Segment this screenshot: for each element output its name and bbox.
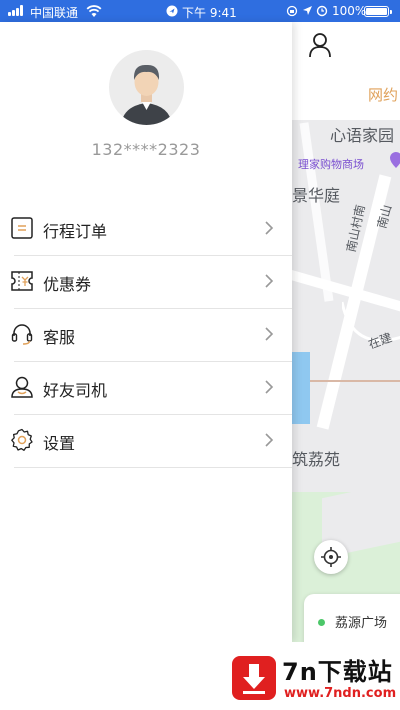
watermark-url: www.7ndn.com bbox=[284, 686, 397, 701]
pickup-location-text: 荔源广场 bbox=[335, 616, 388, 631]
watermark-banner: 7n下载站 www.7ndn.com bbox=[0, 642, 400, 710]
chevron-right-icon bbox=[265, 274, 274, 288]
status-bar: 中国联通 下午 9:41 100% bbox=[0, 0, 400, 22]
order-list-icon bbox=[11, 217, 33, 239]
user-icon[interactable] bbox=[308, 32, 332, 58]
location-arrow-icon bbox=[166, 5, 178, 17]
user-phone-number: 132****2323 bbox=[91, 140, 201, 159]
avatar-person-icon bbox=[121, 64, 172, 125]
battery-icon bbox=[364, 6, 392, 17]
carrier-name: 中国联通 bbox=[30, 6, 79, 20]
divider bbox=[14, 467, 292, 468]
gear-icon bbox=[11, 428, 33, 451]
watermark-title: 7n下载站 bbox=[282, 658, 393, 686]
chevron-right-icon bbox=[265, 433, 274, 447]
status-time: 下午 9:41 bbox=[182, 6, 237, 20]
location-services-icon bbox=[303, 6, 312, 15]
menu-item-coupons[interactable]: 优惠券 bbox=[0, 255, 292, 308]
menu-item-label: 设置 bbox=[43, 434, 76, 453]
wifi-icon bbox=[86, 5, 102, 17]
map-pin-icon bbox=[390, 152, 400, 168]
map-label: 景华庭 bbox=[292, 186, 341, 205]
menu-item-friend-driver[interactable]: 好友司机 bbox=[0, 361, 292, 414]
menu-item-label: 好友司机 bbox=[43, 381, 108, 400]
battery-percent: 100% bbox=[332, 4, 367, 18]
chevron-right-icon bbox=[265, 327, 274, 341]
lock-rotation-icon bbox=[286, 5, 298, 17]
map-header: 网约 bbox=[292, 22, 400, 120]
map-label: 筑荔苑 bbox=[292, 450, 341, 469]
chevron-right-icon bbox=[265, 380, 274, 394]
map-view[interactable]: 网约 心语家园 理家购物商场 景华庭 南山 南山村南 在建 筑荔苑 荔源广场 bbox=[292, 22, 400, 642]
headset-icon bbox=[11, 324, 33, 345]
pickup-location-card[interactable]: 荔源广场 bbox=[304, 594, 400, 642]
menu-item-label: 行程订单 bbox=[43, 222, 108, 241]
driver-icon bbox=[11, 376, 33, 398]
green-dot-icon bbox=[318, 619, 325, 626]
download-logo-icon bbox=[232, 656, 276, 700]
side-drawer: 132****2323 行程订单 优惠券 客服 好友司机 设置 bbox=[0, 22, 292, 642]
map-label: 心语家园 bbox=[330, 126, 395, 145]
chevron-right-icon bbox=[265, 221, 274, 235]
map-label: 理家购物商场 bbox=[298, 158, 364, 171]
locate-button[interactable] bbox=[314, 540, 348, 574]
menu-item-settings[interactable]: 设置 bbox=[0, 414, 292, 467]
menu-item-trip-orders[interactable]: 行程订单 bbox=[0, 202, 292, 255]
signal-icon bbox=[8, 5, 26, 16]
coupon-icon bbox=[11, 271, 33, 291]
menu-item-label: 客服 bbox=[43, 328, 76, 347]
avatar[interactable] bbox=[109, 50, 184, 125]
menu-item-label: 优惠券 bbox=[43, 275, 92, 294]
tab-ride-hailing[interactable]: 网约 bbox=[368, 84, 398, 105]
menu-item-customer-service[interactable]: 客服 bbox=[0, 308, 292, 361]
alarm-icon bbox=[316, 5, 328, 17]
crosshair-icon bbox=[321, 547, 341, 567]
